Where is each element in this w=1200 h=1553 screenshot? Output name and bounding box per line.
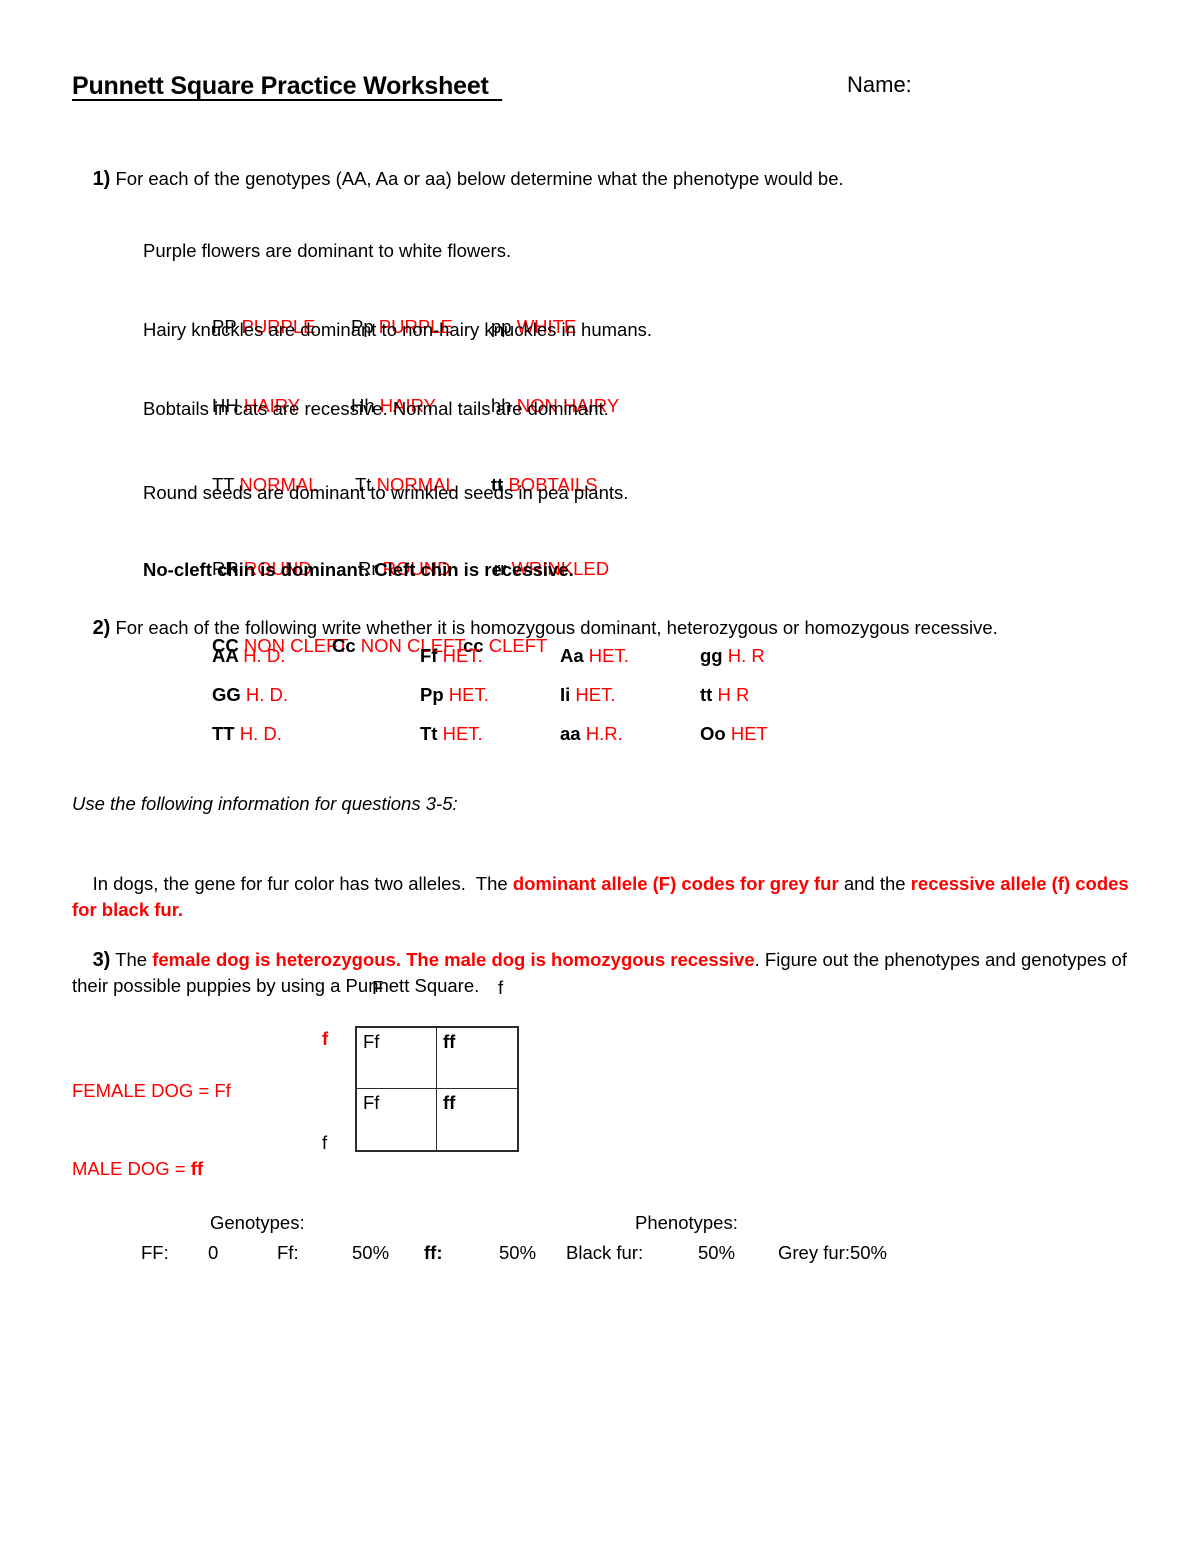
answer-cell: Aa HET. [560, 645, 700, 667]
zygosity-answer: H. D. [239, 723, 282, 744]
male-dog-value: ff [190, 1158, 204, 1179]
genotype: Pp [420, 684, 449, 705]
genotype: tt [700, 684, 718, 705]
question-3-given-answer: female dog is heterozygous. The male dog… [152, 949, 755, 970]
zygosity-answer: HET. [448, 684, 489, 705]
name-field-label: Name: [847, 72, 912, 97]
answer-row: TT H. D. Tt HET. aa H.R. Oo HET [212, 723, 832, 762]
punnett-grid: Ff ff Ff ff [355, 1026, 519, 1152]
worksheet-header: Punnett Square Practice Worksheet Name: [72, 72, 1132, 101]
answer-row: GG H. D. Pp HET. Ii HET. tt H R [212, 684, 832, 723]
genotype-Ff-label: Ff: [277, 1242, 299, 1263]
genotype: TT [212, 723, 240, 744]
question-1-text: For each of the genotypes (AA, Aa or aa)… [110, 168, 844, 189]
genotypes-header: Genotypes: [210, 1212, 305, 1233]
parent-genotypes-note: FEMALE DOG = Ff MALE DOG = ff [72, 1026, 231, 1234]
genotype-FF-value: 0 [208, 1242, 219, 1263]
zygosity-answer: HET. [588, 645, 629, 666]
trait-prompt: Purple flowers are dominant to white flo… [143, 240, 512, 261]
punnett-cell: Ff [357, 1089, 437, 1150]
genotype: gg [700, 645, 728, 666]
zygosity-answer: HET. [442, 645, 483, 666]
question-2-number: 2) [92, 617, 111, 639]
dominant-allele-note: dominant allele (F) codes for grey fur [512, 873, 839, 894]
genotype: aa [560, 723, 586, 744]
question-3-prompt: 3) The female dog is heterozygous. The m… [72, 921, 1137, 1025]
punnett-top-label-2: f [498, 977, 504, 998]
answer-cell: Oo HET [700, 723, 830, 745]
female-dog-genotype: FEMALE DOG = Ff [72, 1080, 231, 1101]
genotype: AA [212, 645, 244, 666]
genotype-FF-label: FF: [141, 1242, 169, 1263]
answer-cell: GG H. D. [212, 684, 420, 706]
male-dog-genotype: MALE DOG = ff [72, 1156, 231, 1182]
phenotype-grey-fur-label: Grey fur:50% [778, 1242, 887, 1263]
answer-cell: TT H. D. [212, 723, 420, 745]
phenotype-black-fur-label: Black fur: [566, 1242, 644, 1263]
punnett-side-label-1: f [322, 1028, 329, 1049]
answer-cell: Ff HET. [420, 645, 560, 667]
answer-cell: Tt HET. [420, 723, 560, 745]
info-body-text: In dogs, the gene for fur color has two … [92, 873, 513, 894]
answer-cell: Ii HET. [560, 684, 700, 706]
genotype-ff-label: ff: [424, 1242, 443, 1263]
answer-cell: AA H. D. [212, 645, 420, 667]
genotype: Ff [420, 645, 443, 666]
trait-prompt: Bobtails in cats are recessive. Normal t… [143, 398, 609, 419]
zygosity-answer: H. D. [243, 645, 286, 666]
zygosity-answer: H R [717, 684, 750, 705]
trait-prompt: No-cleft chin is dominant. Cleft chin is… [143, 559, 574, 580]
trait-prompt: Hairy knuckles are dominant to non-hairy… [143, 319, 652, 340]
question-2-answer-grid: AA H. D. Ff HET. Aa HET. gg H. R GG H. D… [212, 645, 832, 762]
genotype: Ii [560, 684, 576, 705]
genotype: GG [212, 684, 246, 705]
question-2-text: For each of the following write whether … [110, 617, 998, 638]
punnett-cell: Ff [357, 1028, 437, 1089]
male-dog-label: MALE DOG = [72, 1158, 191, 1179]
phenotype-black-fur-value: 50% [698, 1242, 736, 1263]
question-3-text: The [110, 949, 153, 970]
genotype: Tt [420, 723, 443, 744]
question-3-number: 3) [92, 949, 111, 971]
genotype-ff-value: 50% [499, 1242, 537, 1263]
zygosity-answer: H. D. [245, 684, 289, 705]
zygosity-answer: HET. [575, 684, 616, 705]
question-1-number: 1) [92, 168, 111, 190]
worksheet-page: Punnett Square Practice Worksheet Name: … [0, 0, 1200, 1553]
info-heading: Use the following information for questi… [72, 793, 458, 814]
info-body-text: and the [838, 873, 911, 894]
zygosity-answer: H.R. [585, 723, 623, 744]
answer-cell: aa H.R. [560, 723, 700, 745]
genotype-Ff-value: 50% [352, 1242, 390, 1263]
trait-prompt: Round seeds are dominant to wrinkled see… [143, 482, 629, 503]
answer-cell: tt H R [700, 684, 830, 706]
genotype: Oo [700, 723, 731, 744]
phenotypes-header: Phenotypes: [635, 1212, 738, 1233]
answer-cell: gg H. R [700, 645, 830, 667]
answer-row: AA H. D. Ff HET. Aa HET. gg H. R [212, 645, 832, 684]
genotype: Aa [560, 645, 589, 666]
zygosity-answer: HET [730, 723, 768, 744]
answer-cell: Pp HET. [420, 684, 560, 706]
punnett-side-label-2: f [322, 1132, 328, 1153]
zygosity-answer: H. R [727, 645, 765, 666]
punnett-top-label-1: F [372, 977, 384, 998]
punnett-cell: ff [437, 1028, 517, 1089]
zygosity-answer: HET. [442, 723, 483, 744]
page-title: Punnett Square Practice Worksheet [72, 72, 503, 100]
punnett-cell: ff [443, 1092, 456, 1113]
